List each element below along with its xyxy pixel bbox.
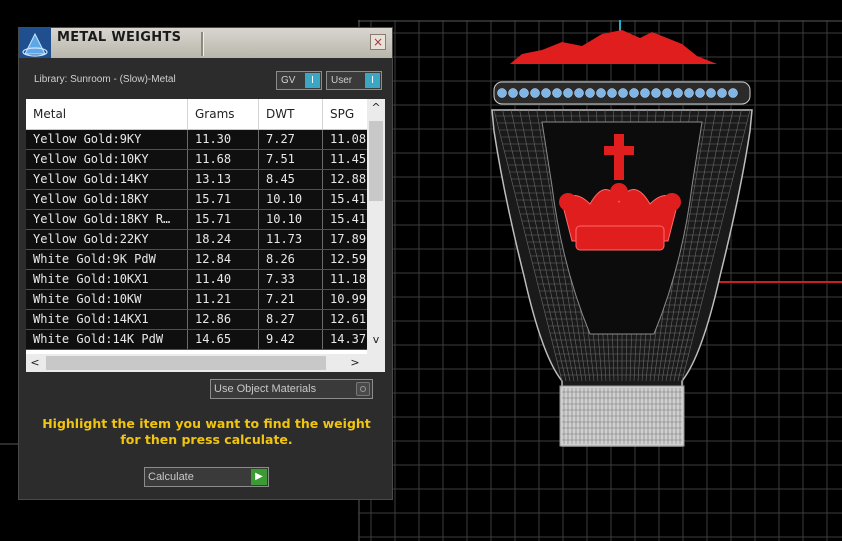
instruction-text: Highlight the item you want to find the … xyxy=(42,416,371,447)
use-object-materials-label: Use Object Materials xyxy=(214,383,317,395)
app-logo-icon xyxy=(19,28,51,58)
table-row[interactable]: Yellow Gold:18KY R… 15.71 10.10 15.41 xyxy=(26,210,367,230)
cell-dwt: 11.73 xyxy=(258,230,322,249)
cell-metal: Yellow Gold:18KY R… xyxy=(33,212,171,226)
library-label: Library: Sunroom - (Slow)-Metal xyxy=(34,74,176,85)
cell-metal: White Gold:14KX1 xyxy=(33,312,149,326)
vertical-scrollbar[interactable]: ^ v xyxy=(367,99,385,354)
cell-grams: 15.71 xyxy=(187,190,258,209)
scroll-right-arrow-icon[interactable]: > xyxy=(346,354,364,372)
cell-spg: 11.45 xyxy=(322,150,367,169)
cell-dwt: 8.45 xyxy=(258,170,322,189)
table-row[interactable]: Yellow Gold:22KY 18.24 11.73 17.89 xyxy=(26,230,367,250)
radio-dot-icon xyxy=(356,382,370,396)
use-object-materials-toggle[interactable]: Use Object Materials xyxy=(210,379,373,399)
cell-spg: 15.41 xyxy=(322,210,367,229)
cell-grams: 11.68 xyxy=(187,150,258,169)
cell-grams: 11.40 xyxy=(187,270,258,289)
cell-spg: 12.61 xyxy=(322,310,367,329)
column-header-metal[interactable]: Metal xyxy=(26,99,187,129)
cell-spg: 11.08 xyxy=(322,130,367,149)
cell-metal: Yellow Gold:10KY xyxy=(33,152,149,166)
titlebar-divider xyxy=(201,32,204,56)
cell-spg: 10.99 xyxy=(322,290,367,309)
cell-grams: 12.86 xyxy=(187,310,258,329)
table-row[interactable]: Yellow Gold:10KY 11.68 7.51 11.45 xyxy=(26,150,367,170)
horizontal-scroll-thumb[interactable] xyxy=(46,356,326,370)
table-body: Yellow Gold:9KY 11.30 7.27 11.08 Yellow Gold… xyxy=(26,130,367,350)
cell-grams: 18.24 xyxy=(187,230,258,249)
cell-grams: 13.13 xyxy=(187,170,258,189)
table-row[interactable]: White Gold:14K PdW 14.65 9.42 14.37 xyxy=(26,330,367,350)
table-row[interactable]: Yellow Gold:18KY 15.71 10.10 15.41 xyxy=(26,190,367,210)
cell-dwt: 8.26 xyxy=(258,250,322,269)
table-header: Metal Grams DWT SPG xyxy=(26,99,367,130)
cell-dwt: 7.21 xyxy=(258,290,322,309)
cell-dwt: 7.27 xyxy=(258,130,322,149)
cell-dwt: 10.10 xyxy=(258,190,322,209)
metal-weights-table: Metal Grams DWT SPG Yellow Gold:9KY 11.30… xyxy=(26,99,385,372)
column-header-grams[interactable]: Grams xyxy=(187,99,258,129)
cell-grams: 11.21 xyxy=(187,290,258,309)
cell-dwt: 9.42 xyxy=(258,330,322,349)
cell-grams: 12.84 xyxy=(187,250,258,269)
close-button[interactable]: × xyxy=(370,34,386,50)
cell-grams: 11.30 xyxy=(187,130,258,149)
cell-dwt: 8.27 xyxy=(258,310,322,329)
table-row[interactable]: White Gold:9K PdW 12.84 8.26 12.59 xyxy=(26,250,367,270)
cell-grams: 14.65 xyxy=(187,330,258,349)
cell-dwt: 7.33 xyxy=(258,270,322,289)
cell-metal: Yellow Gold:22KY xyxy=(33,232,149,246)
cell-grams: 15.71 xyxy=(187,210,258,229)
table-row[interactable]: White Gold:14KX1 12.86 8.27 12.61 xyxy=(26,310,367,330)
vertical-scroll-thumb[interactable] xyxy=(369,121,383,201)
scroll-down-arrow-icon[interactable]: v xyxy=(367,331,385,349)
scroll-up-arrow-icon[interactable]: ^ xyxy=(367,99,385,117)
table-row[interactable]: Yellow Gold:14KY 13.13 8.45 12.88 xyxy=(26,170,367,190)
table-row[interactable]: Yellow Gold:9KY 11.30 7.27 11.08 xyxy=(26,130,367,150)
cell-metal: Yellow Gold:9KY xyxy=(33,132,142,146)
calculate-label: Calculate xyxy=(148,471,194,483)
cell-metal: White Gold:9K PdW xyxy=(33,252,156,266)
cell-dwt: 7.51 xyxy=(258,150,322,169)
cell-spg: 12.59 xyxy=(322,250,367,269)
table-row[interactable]: White Gold:10KW 11.21 7.21 10.99 xyxy=(26,290,367,310)
horizontal-scrollbar[interactable]: < > xyxy=(26,354,385,372)
cell-spg: 11.18 xyxy=(322,270,367,289)
column-header-spg[interactable]: SPG xyxy=(322,99,367,129)
cell-metal: White Gold:14K PdW xyxy=(33,332,164,346)
cell-dwt: 10.10 xyxy=(258,210,322,229)
panel-titlebar[interactable]: METAL WEIGHTS × xyxy=(19,28,392,58)
ring-model xyxy=(491,30,753,447)
table-row[interactable]: White Gold:10KX1 11.40 7.33 11.18 xyxy=(26,270,367,290)
cell-spg: 15.41 xyxy=(322,190,367,209)
metal-weights-panel: METAL WEIGHTS × Library: Sunroom - (Slow… xyxy=(18,27,393,500)
cell-spg: 14.37 xyxy=(322,330,367,349)
cell-metal: Yellow Gold:14KY xyxy=(33,172,149,186)
user-toggle-label: User xyxy=(331,75,353,86)
cell-metal: White Gold:10KX1 xyxy=(33,272,149,286)
gv-toggle-label: GV xyxy=(281,75,296,86)
cell-spg: 12.88 xyxy=(322,170,367,189)
column-header-dwt[interactable]: DWT xyxy=(258,99,322,129)
scroll-left-arrow-icon[interactable]: < xyxy=(26,354,44,372)
cell-metal: White Gold:10KW xyxy=(33,292,142,306)
gv-toggle-knob: I xyxy=(305,73,320,88)
play-arrow-icon: ▶ xyxy=(251,469,267,485)
cell-metal: Yellow Gold:18KY xyxy=(33,192,149,206)
calculate-button[interactable]: Calculate ▶ xyxy=(144,467,269,487)
user-toggle-knob: I xyxy=(365,73,380,88)
panel-title: METAL WEIGHTS xyxy=(57,30,182,45)
user-toggle[interactable]: User I xyxy=(326,71,382,90)
cell-spg: 17.89 xyxy=(322,230,367,249)
gv-toggle[interactable]: GV I xyxy=(276,71,322,90)
